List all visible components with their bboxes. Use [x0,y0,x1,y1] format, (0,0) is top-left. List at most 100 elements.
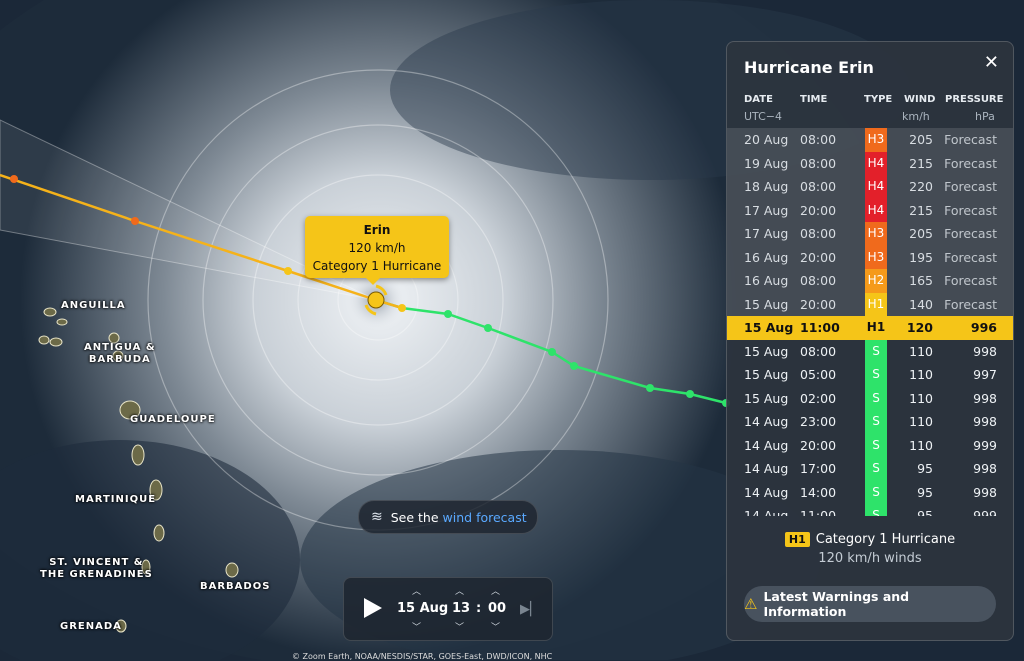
wind-forecast-button[interactable]: ≋ See the wind forecast [358,500,538,534]
table-row[interactable]: 14 Aug 17:00 S 95 998 [727,457,1013,481]
row-wind: 215 [909,155,933,171]
row-date: 17 Aug [744,202,789,218]
row-pressure: 998 [973,390,997,406]
row-pressure: Forecast [944,273,997,288]
row-time: 08:00 [800,273,837,288]
header-wind-unit: km/h [902,110,930,123]
table-row[interactable]: 17 Aug 20:00 H4 215 Forecast [727,198,1013,222]
table-row[interactable]: 14 Aug 11:00 S 95 999 [727,504,1013,516]
row-pressure: Forecast [944,132,997,147]
row-type-badge: S [865,504,887,516]
table-row[interactable]: 20 Aug 08:00 H3 205 Forecast [727,128,1013,152]
header-pressure-unit: hPa [975,110,995,123]
row-type-badge: H3 [865,222,887,246]
table-row[interactable]: 18 Aug 08:00 H4 220 Forecast [727,175,1013,199]
date-down-chevron-icon[interactable]: ﹀ [412,620,421,633]
table-row[interactable]: 15 Aug 20:00 H1 140 Forecast [727,292,1013,316]
player-minute[interactable]: 00 [488,601,506,616]
player-date[interactable]: 15 Aug [397,601,448,616]
row-type-badge: S [865,480,887,504]
player-time-separator: : [476,601,482,616]
track-table[interactable]: 20 Aug 08:00 H3 205 Forecast 19 Aug 08:00 H4 215… [727,128,1013,516]
summary-winds: 120 km/h winds [818,551,922,566]
row-time: 08:00 [800,132,837,147]
date-up-chevron-icon[interactable]: ︿ [412,584,421,597]
row-date: 20 Aug [744,132,789,147]
table-row[interactable]: 15 Aug 08:00 S 110 998 [727,339,1013,363]
place-label-martinique: MARTINIQUE [75,494,157,505]
row-date: 14 Aug [744,508,789,516]
close-icon[interactable]: ✕ [984,52,999,73]
row-pressure: 998 [973,484,997,500]
storm-summary: H1 Category 1 Hurricane 120 km/h winds [727,532,1013,566]
header-pressure: PRESSURE [945,94,1004,105]
place-label-st-vincent: ST. VINCENT & THE GRENADINES [40,557,153,581]
table-row[interactable]: 15 Aug 05:00 S 110 997 [727,363,1013,387]
warnings-button-label: Latest Warnings and Information [763,589,910,619]
hour-down-chevron-icon[interactable]: ﹀ [455,620,464,633]
storm-category: Category 1 Hurricane [312,259,442,273]
summary-category: Category 1 Hurricane [815,532,956,547]
wind-forecast-prefix: See the [390,509,439,525]
hour-up-chevron-icon[interactable]: ︿ [455,584,464,597]
row-wind: 120 [906,320,933,335]
row-pressure: Forecast [944,249,997,265]
row-pressure: 999 [973,437,997,453]
row-type-badge: S [865,339,887,363]
row-pressure: Forecast [944,226,997,241]
player-hour[interactable]: 13 [452,601,470,616]
row-wind: 95 [917,461,933,476]
place-label-grenada: GRENADA [60,621,122,632]
row-date: 15 Aug [744,320,794,335]
row-date: 15 Aug [744,343,789,359]
table-row[interactable]: 14 Aug 20:00 S 110 999 [727,433,1013,457]
header-date-unit: UTC−4 [744,110,783,123]
storm-callout[interactable]: Erin 120 km/h Category 1 Hurricane [305,216,449,285]
wind-icon: ≋ [371,509,383,525]
row-pressure: Forecast [944,202,997,218]
header-time: TIME [800,94,828,105]
table-row[interactable]: 16 Aug 20:00 H3 195 Forecast [727,245,1013,269]
row-wind: 205 [909,132,933,147]
table-row[interactable]: 14 Aug 23:00 S 110 998 [727,410,1013,434]
row-time: 05:00 [800,367,837,382]
table-header: DATE UTC−4 TIME TYPE WIND km/h PRESSURE … [727,94,1013,128]
row-wind: 110 [909,414,933,429]
row-pressure: Forecast [944,179,997,194]
row-pressure: 998 [973,343,997,359]
warnings-button[interactable]: ⚠ Latest Warnings and Information [744,586,996,622]
table-row[interactable]: 14 Aug 14:00 S 95 998 [727,480,1013,504]
row-wind: 110 [909,437,933,453]
play-icon[interactable] [364,598,382,618]
row-pressure: Forecast [944,155,997,171]
row-date: 16 Aug [744,249,789,265]
table-row[interactable]: 17 Aug 08:00 H3 205 Forecast [727,222,1013,246]
place-label-guadeloupe: GUADELOUPE [130,414,216,425]
row-date: 15 Aug [744,296,789,312]
table-row[interactable]: 16 Aug 08:00 H2 165 Forecast [727,269,1013,293]
row-time: 20:00 [800,437,837,453]
row-date: 15 Aug [744,390,789,406]
minute-down-chevron-icon[interactable]: ﹀ [491,620,500,633]
table-row[interactable]: 15 Aug 11:00 H1 120 996 [727,316,1013,340]
row-time: 08:00 [800,179,837,194]
row-type-badge: H4 [865,151,887,175]
skip-next-icon[interactable]: ▶▏ [520,602,540,617]
row-date: 15 Aug [744,367,789,382]
row-time: 11:00 [800,508,837,516]
row-time: 23:00 [800,414,837,429]
table-row[interactable]: 19 Aug 08:00 H4 215 Forecast [727,151,1013,175]
wind-forecast-link[interactable]: wind forecast [443,510,527,525]
row-wind: 95 [917,484,933,500]
warning-icon: ⚠ [744,595,758,613]
minute-up-chevron-icon[interactable]: ︿ [491,584,500,597]
place-label-antigua-line1: ANTIGUA & [84,342,156,353]
row-pressure: 999 [973,508,997,516]
row-pressure: 997 [973,367,997,382]
row-type-badge: H3 [865,245,887,269]
row-wind: 165 [909,273,933,288]
row-type-badge: S [865,386,887,410]
table-row[interactable]: 15 Aug 02:00 S 110 998 [727,386,1013,410]
row-date: 18 Aug [744,179,789,194]
row-wind: 140 [909,296,933,312]
